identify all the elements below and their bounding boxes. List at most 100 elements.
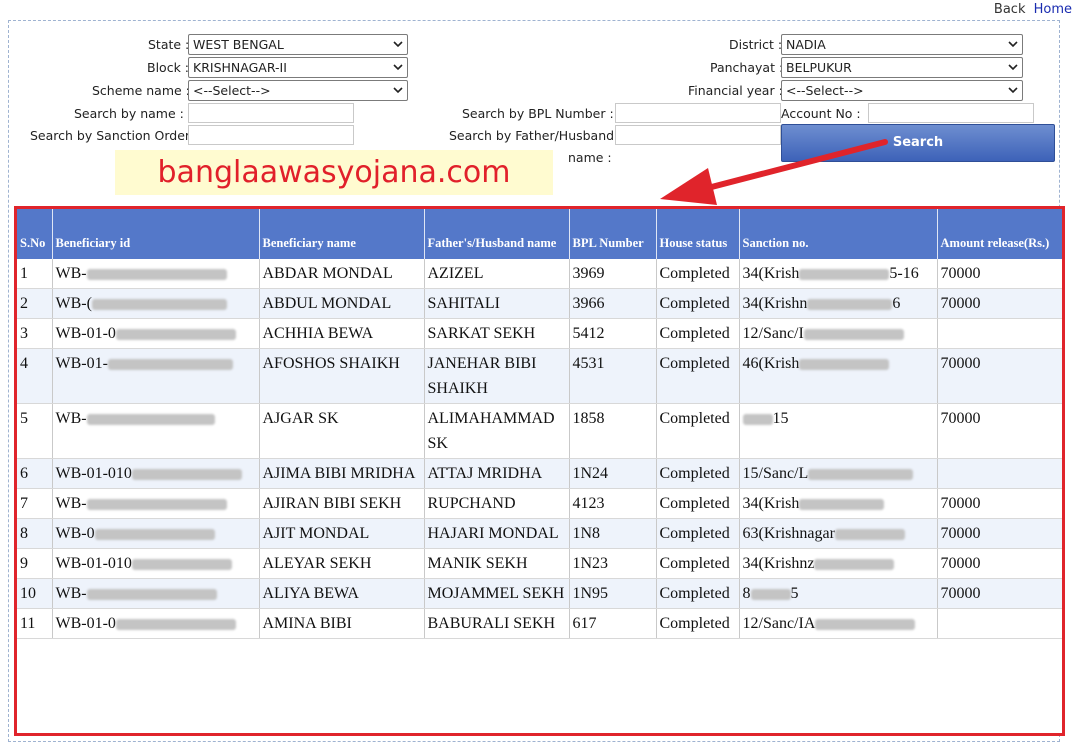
cell-house-status: Completed <box>656 548 740 579</box>
table-row: 6 WB-01-010 AJIMA BIBI MRIDHA ATTAJ MRIDHA 1… <box>17 458 1062 489</box>
cell-sno: 4 <box>17 348 53 404</box>
cell-sno: 8 <box>17 518 53 549</box>
redacted-blur <box>808 468 914 480</box>
cell-father-name: AZIZEL <box>424 259 570 289</box>
table-row: 10 WB- ALIYA BEWA MOJAMMEL SEKH 1N95 Complete… <box>17 578 1062 609</box>
cell-sanction: 12/Sanc/I <box>739 318 938 349</box>
cell-father-name: RUPCHAND <box>424 488 570 519</box>
table-row: 11 WB-01-0 AMINA BIBI BABURALI SEKH 617 Compl… <box>17 608 1062 639</box>
col-header-sanction[interactable]: Sanction no. <box>739 209 938 259</box>
col-header-father-name[interactable]: Father's/Husband name <box>424 209 570 259</box>
cell-house-status: Completed <box>656 259 740 289</box>
panchayat-label: Panchayat : <box>710 60 784 75</box>
cell-bpl: 617 <box>569 608 657 639</box>
state-select[interactable]: WEST BENGAL <box>188 34 408 55</box>
cell-bpl: 3969 <box>569 259 657 289</box>
cell-sanction: 46(Krish <box>739 348 938 404</box>
redacted-blur <box>107 358 233 370</box>
cell-amount: 70000 <box>937 348 1062 404</box>
block-select[interactable]: KRISHNAGAR-II <box>188 57 408 78</box>
cell-house-status: Completed <box>656 608 740 639</box>
panchayat-select[interactable]: BELPUKUR <box>781 57 1023 78</box>
cell-sno: 10 <box>17 578 53 609</box>
col-header-house-status[interactable]: House status <box>656 209 740 259</box>
cell-sno: 9 <box>17 548 53 579</box>
table-row: 5 WB- AJGAR SK ALIMAHAMMAD SK 1858 Completed 1… <box>17 403 1062 459</box>
cell-sanction: 34(Krishnz <box>739 548 938 579</box>
col-header-bpl[interactable]: BPL Number <box>569 209 657 259</box>
cell-sanction: 85 <box>739 578 938 609</box>
cell-father-name: ALIMAHAMMAD SK <box>424 403 570 459</box>
redacted-blur <box>86 413 215 425</box>
search-sanction-input[interactable] <box>188 125 354 145</box>
father-label-cont: name : <box>568 150 612 165</box>
col-header-sno[interactable]: S.No <box>17 209 53 259</box>
cell-amount: 70000 <box>937 518 1062 549</box>
cell-sanction: 63(Krishnagar <box>739 518 938 549</box>
cell-amount: 70000 <box>937 403 1062 459</box>
cell-amount <box>937 318 1062 349</box>
cell-house-status: Completed <box>656 488 740 519</box>
cell-beneficiary-id: WB- <box>52 259 260 289</box>
redacted-blur <box>803 328 904 340</box>
cell-beneficiary-id: WB-0 <box>52 518 260 549</box>
cell-beneficiary-name: AJIT MONDAL <box>259 518 425 549</box>
bpl-input[interactable] <box>615 103 781 123</box>
search-name-input[interactable] <box>188 103 354 123</box>
cell-house-status: Completed <box>656 518 740 549</box>
search-sanction-label: Search by Sanction Order <box>30 128 191 143</box>
bpl-label: Search by BPL Number : <box>462 106 614 121</box>
cell-beneficiary-name: AJIRAN BIBI SEKH <box>259 488 425 519</box>
table-row: 8 WB-0 AJIT MONDAL HAJARI MONDAL 1N8 Complete… <box>17 518 1062 549</box>
cell-father-name: SARKAT SEKH <box>424 318 570 349</box>
table-row: 1 WB- ABDAR MONDAL AZIZEL 3969 Completed 34(Kr… <box>17 259 1062 289</box>
block-label: Block : <box>147 60 189 75</box>
cell-house-status: Completed <box>656 318 740 349</box>
cell-beneficiary-name: ALEYAR SEKH <box>259 548 425 579</box>
cell-beneficiary-name: ABDUL MONDAL <box>259 288 425 319</box>
col-header-beneficiary-name[interactable]: Beneficiary name <box>259 209 425 259</box>
cell-beneficiary-id: WB- <box>52 578 260 609</box>
scheme-select[interactable]: <--Select--> <box>188 80 408 101</box>
redacted-blur <box>799 498 885 510</box>
redacted-blur <box>91 298 227 310</box>
cell-bpl: 4531 <box>569 348 657 404</box>
cell-beneficiary-name: AMINA BIBI <box>259 608 425 639</box>
cell-sanction: 15 <box>739 403 938 459</box>
cell-house-status: Completed <box>656 348 740 404</box>
home-link[interactable]: Home <box>1034 2 1072 17</box>
cell-bpl: 5412 <box>569 318 657 349</box>
cell-beneficiary-name: ALIYA BEWA <box>259 578 425 609</box>
district-label: District : <box>729 37 783 52</box>
col-header-amount[interactable]: Amount release(Rs.) <box>937 209 1062 259</box>
cell-father-name: JANEHAR BIBI SHAIKH <box>424 348 570 404</box>
cell-beneficiary-id: WB-01-0 <box>52 608 260 639</box>
cell-amount: 70000 <box>937 548 1062 579</box>
cell-father-name: HAJARI MONDAL <box>424 518 570 549</box>
table-row: 2 WB-(ABDUL MONDAL SAHITALI 3966 Completed 34… <box>17 288 1062 319</box>
financial-year-label: Financial year : <box>688 83 783 98</box>
cell-beneficiary-id: WB-( <box>52 288 260 319</box>
cell-beneficiary-id: WB- <box>52 488 260 519</box>
cell-house-status: Completed <box>656 458 740 489</box>
search-button[interactable]: Search <box>781 124 1055 162</box>
beneficiary-table-highlight: S.No Beneficiary id Beneficiary name Fat… <box>14 206 1065 736</box>
father-label: Search by Father/Husband <box>449 128 615 143</box>
cell-amount <box>937 458 1062 489</box>
redacted-blur <box>742 413 773 425</box>
district-select[interactable]: NADIA <box>781 34 1023 55</box>
col-header-beneficiary-id[interactable]: Beneficiary id <box>52 209 260 259</box>
redacted-blur <box>86 268 227 280</box>
beneficiary-table: S.No Beneficiary id Beneficiary name Fat… <box>17 209 1062 639</box>
back-link[interactable]: Back <box>994 2 1026 17</box>
chevron-down-icon <box>1008 41 1018 48</box>
father-name-input[interactable] <box>615 125 781 145</box>
cell-sno: 3 <box>17 318 53 349</box>
financial-year-select[interactable]: <--Select--> <box>781 80 1023 101</box>
table-row: 7 WB- AJIRAN BIBI SEKH RUPCHAND 4123 Complete… <box>17 488 1062 519</box>
watermark-text: banglaawasyojana.com <box>115 150 553 195</box>
account-input[interactable] <box>868 103 1034 123</box>
cell-father-name: SAHITALI <box>424 288 570 319</box>
cell-bpl: 1858 <box>569 403 657 459</box>
cell-beneficiary-id: WB-01- <box>52 348 260 404</box>
